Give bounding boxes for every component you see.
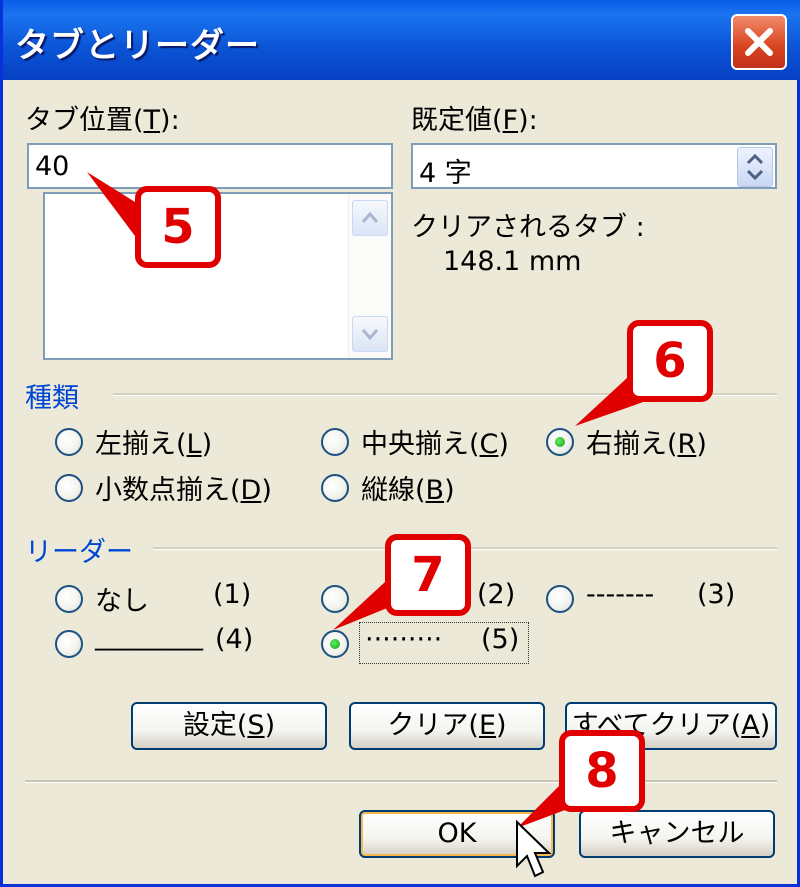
callout-5-pointer bbox=[87, 172, 135, 236]
callout-8: 8 bbox=[559, 730, 645, 812]
callout-6: 6 bbox=[627, 320, 713, 402]
tab-leader-dialog: タブとリーダー タブ位置(T): 40 既定値(F): 4 字 クリアされるタブ… bbox=[0, 0, 800, 887]
callout-5: 5 bbox=[135, 186, 221, 268]
callout-7: 7 bbox=[385, 534, 471, 616]
callout-pointers bbox=[87, 172, 649, 828]
mouse-cursor-icon bbox=[516, 820, 552, 878]
